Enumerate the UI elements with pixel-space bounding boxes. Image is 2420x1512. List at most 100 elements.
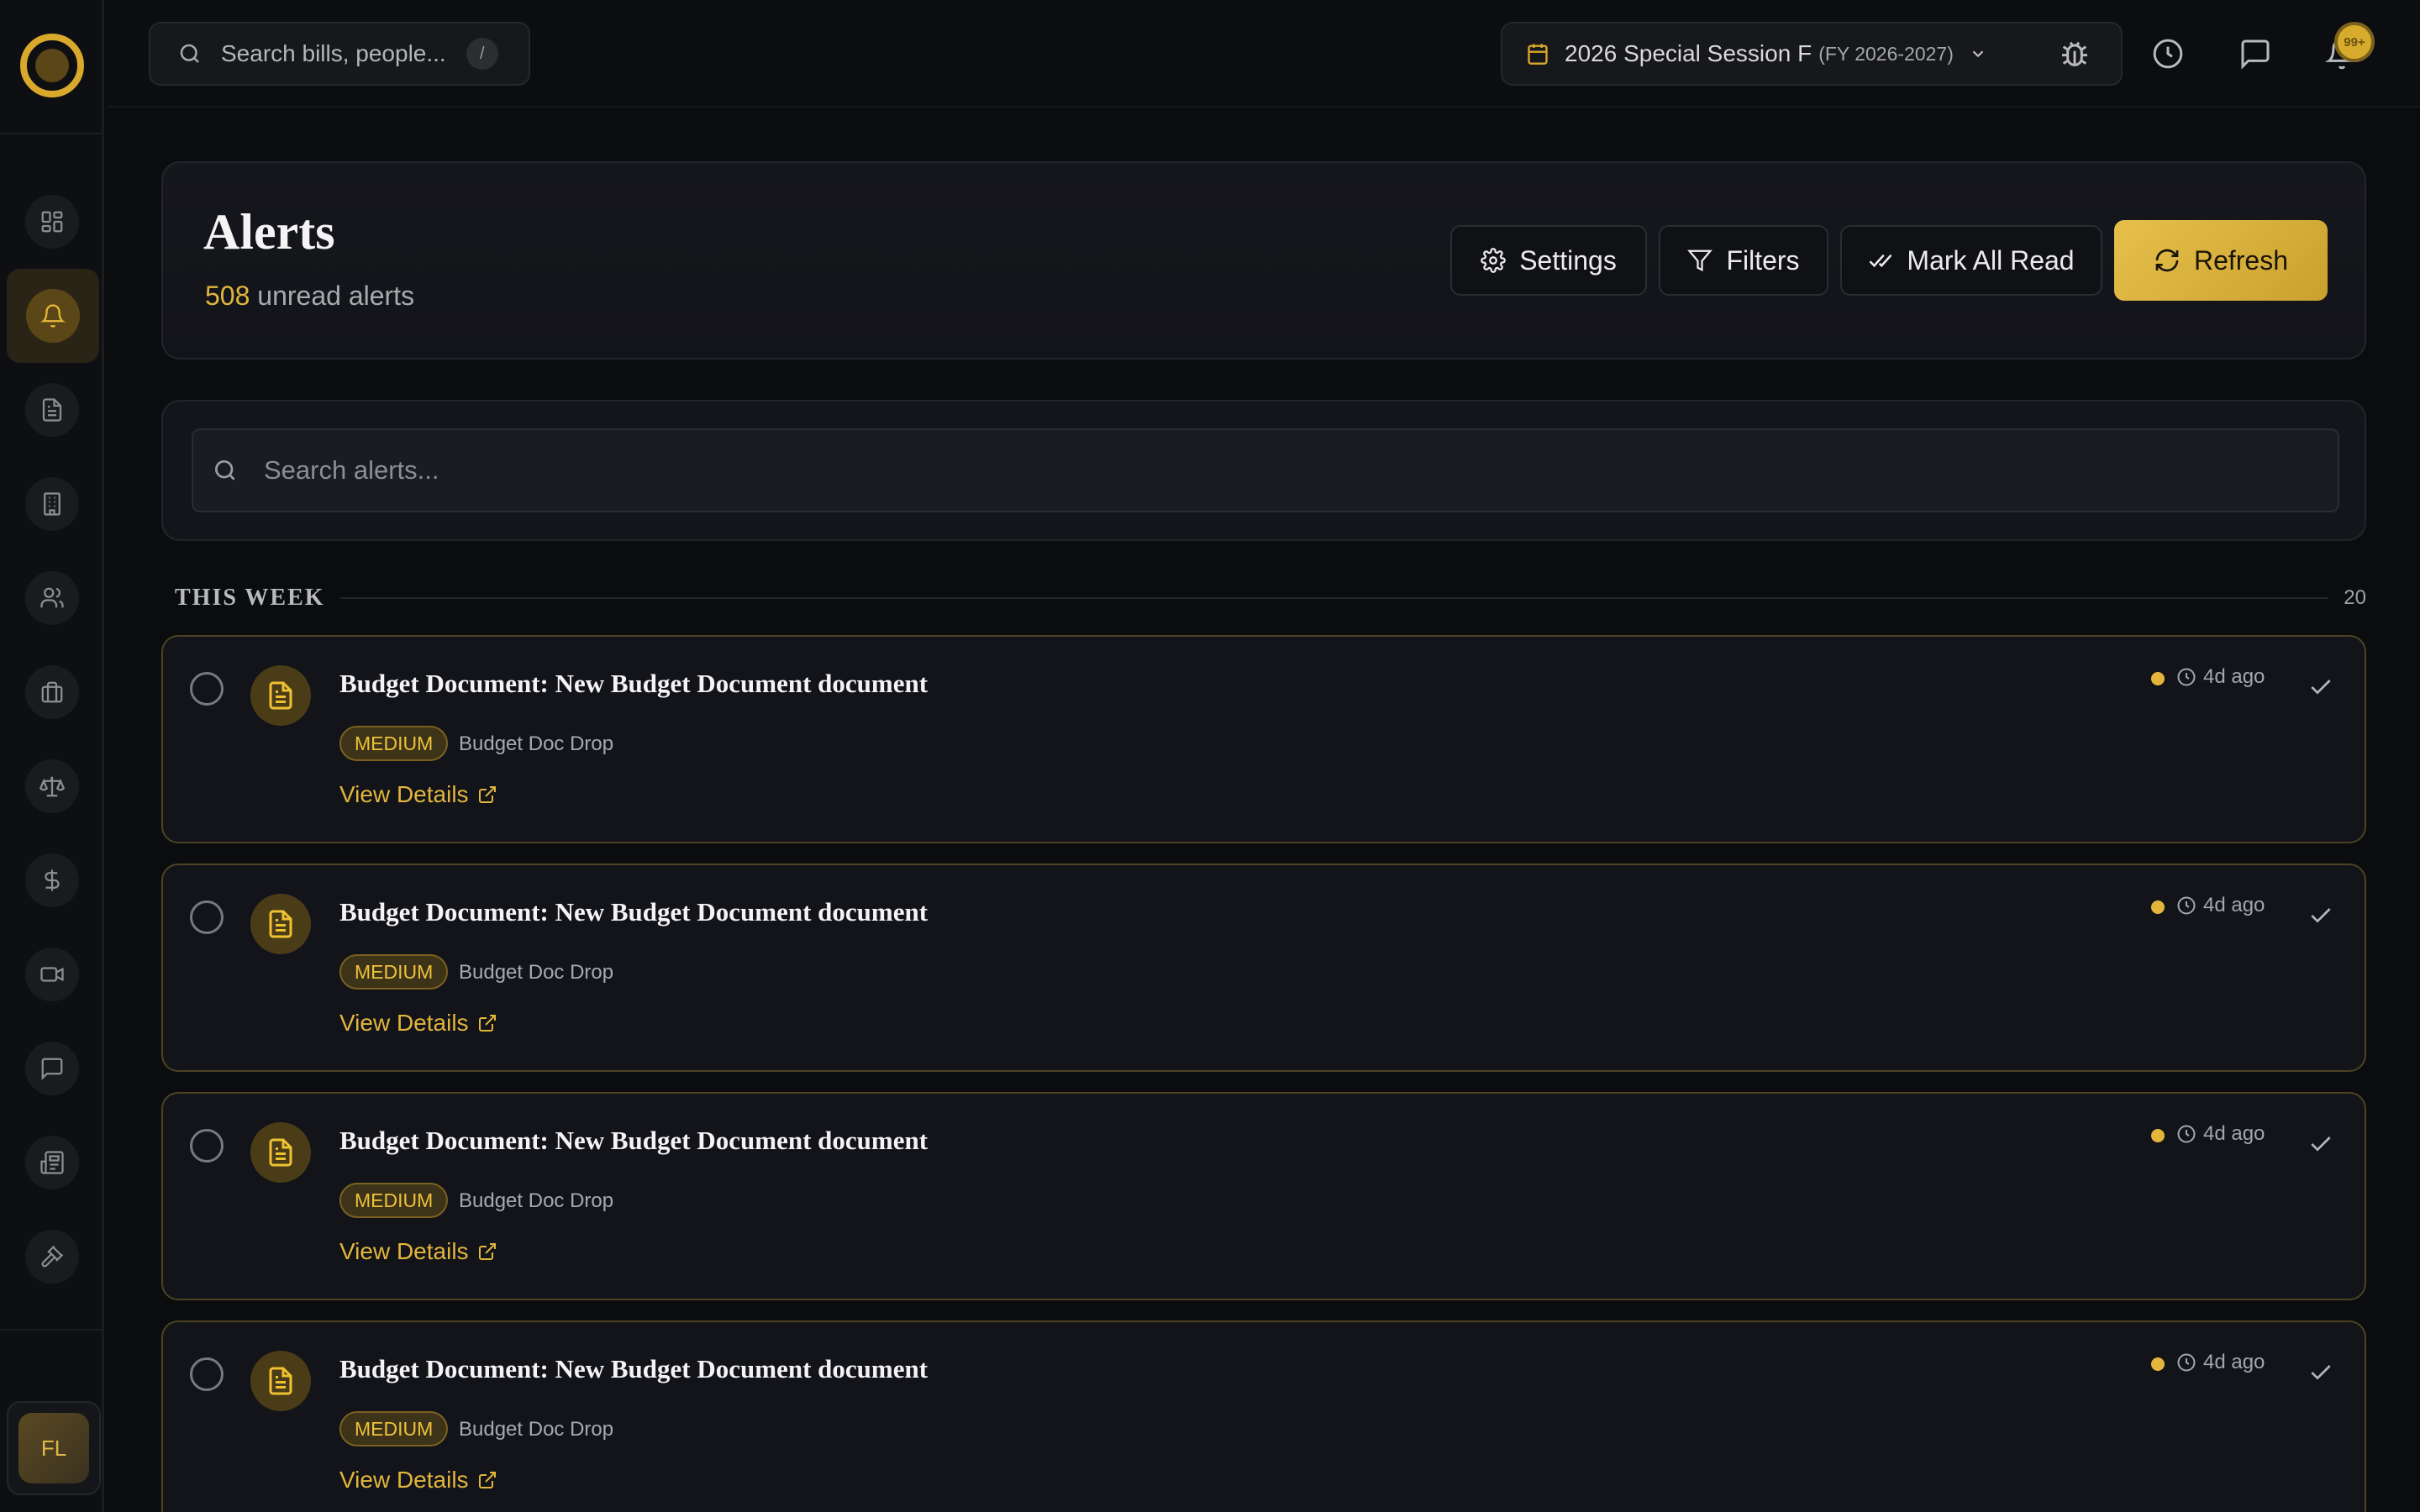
alert-time-label: 4d ago: [2203, 894, 2265, 916]
alert-item[interactable]: Budget Document: New Budget Document doc…: [161, 635, 2366, 843]
check-icon: [2311, 1365, 2331, 1380]
view-details-label: View Details: [339, 1238, 469, 1264]
sidebar-item-messages[interactable]: [25, 1042, 79, 1095]
dashboard-icon: [41, 211, 63, 233]
alert-select-radio[interactable]: [190, 672, 224, 706]
newspaper-icon: [40, 1151, 64, 1174]
settings-button[interactable]: Settings: [1450, 225, 1647, 296]
gear-icon: [1481, 248, 1507, 273]
filters-label: Filters: [1726, 244, 1800, 276]
clock-icon: [2153, 39, 2183, 69]
alert-title[interactable]: Budget Document: New Budget Document doc…: [339, 1126, 928, 1156]
settings-label: Settings: [1519, 244, 1617, 276]
alert-time-label: 4d ago: [2203, 1351, 2265, 1373]
sidebar-divider: [0, 133, 104, 134]
sidebar-item-alerts[interactable]: [7, 269, 99, 363]
sidebar-item-legal[interactable]: [25, 759, 79, 813]
video-icon: [40, 967, 64, 982]
alert-source: Budget Doc Drop: [459, 732, 614, 755]
session-label: 2026 Special Session F: [1565, 40, 1812, 66]
refresh-button[interactable]: Refresh: [2114, 220, 2328, 301]
clock-icon: [2177, 1125, 2196, 1143]
severity-badge: MEDIUM: [339, 1183, 449, 1218]
mark-all-read-label: Mark All Read: [1907, 244, 2075, 276]
clock-icon: [2177, 668, 2196, 686]
filter-icon: [1687, 249, 1713, 272]
briefcase-icon: [41, 681, 63, 703]
sidebar-item-committees[interactable]: [25, 477, 79, 531]
double-check-icon: [1870, 254, 1892, 268]
chevron-down-icon: [1969, 45, 1987, 63]
check-icon: [2311, 1137, 2331, 1152]
sidebar-item-lobbyists[interactable]: [25, 665, 79, 719]
bug-report-button[interactable]: [2053, 32, 2096, 76]
messages-button[interactable]: [2233, 32, 2277, 76]
view-details-label: View Details: [339, 1010, 469, 1036]
alert-select-radio[interactable]: [190, 900, 224, 934]
message-icon: [41, 1058, 63, 1080]
alert-title[interactable]: Budget Document: New Budget Document doc…: [339, 897, 928, 927]
document-icon: [250, 1122, 311, 1183]
sidebar-item-news[interactable]: [25, 1136, 79, 1189]
alert-title[interactable]: Budget Document: New Budget Document doc…: [339, 1354, 928, 1384]
unread-dot: [2151, 672, 2165, 685]
unread-dot: [2151, 1357, 2165, 1371]
external-link-icon: [478, 786, 496, 803]
alert-select-radio[interactable]: [190, 1357, 224, 1391]
unread-label: unread alerts: [257, 281, 415, 311]
unread-summary: 508 unread alerts: [205, 281, 414, 312]
calendar-icon: [1528, 44, 1548, 65]
alert-item[interactable]: Budget Document: New Budget Document doc…: [161, 1320, 2366, 1512]
sidebar-item-video[interactable]: [25, 948, 79, 1001]
sidebar: FL: [0, 0, 104, 1512]
alert-title[interactable]: Budget Document: New Budget Document doc…: [339, 669, 928, 699]
section-divider: [339, 597, 2329, 599]
check-icon: [2311, 680, 2331, 695]
external-link-icon: [478, 1015, 496, 1032]
mark-read-button[interactable]: [2302, 669, 2339, 706]
search-placeholder: Search bills, people...: [221, 40, 446, 66]
alert-item[interactable]: Budget Document: New Budget Document doc…: [161, 864, 2366, 1072]
refresh-label: Refresh: [2193, 244, 2289, 276]
sidebar-item-dashboard[interactable]: [25, 195, 79, 249]
gavel-icon: [41, 1245, 64, 1268]
sidebar-item-finance[interactable]: [25, 853, 79, 907]
alert-time: 4d ago: [2176, 1122, 2265, 1146]
view-details-link[interactable]: View Details: [339, 1238, 497, 1265]
session-fiscal-year: (FY 2026-2027): [1818, 42, 1954, 65]
view-details-link[interactable]: View Details: [339, 781, 497, 808]
view-details-link[interactable]: View Details: [339, 1467, 497, 1494]
mark-read-button[interactable]: [2302, 897, 2339, 934]
sidebar-divider: [0, 1329, 104, 1331]
building-icon: [44, 492, 60, 516]
alert-time: 4d ago: [2176, 1351, 2265, 1374]
external-link-icon: [478, 1243, 496, 1260]
alert-item[interactable]: Budget Document: New Budget Document doc…: [161, 1092, 2366, 1300]
mark-read-button[interactable]: [2302, 1126, 2339, 1163]
document-icon: [250, 894, 311, 954]
section-header-this-week: THIS WEEK 20: [175, 581, 2366, 615]
view-details-link[interactable]: View Details: [339, 1010, 497, 1037]
search-icon: [215, 460, 235, 480]
history-button[interactable]: [2146, 32, 2190, 76]
alert-time-label: 4d ago: [2203, 665, 2265, 688]
alert-time-label: 4d ago: [2203, 1122, 2265, 1145]
app-logo-icon[interactable]: [18, 32, 86, 99]
page-title: Alerts: [203, 204, 335, 260]
unread-dot: [2151, 900, 2165, 914]
document-icon: [250, 1351, 311, 1411]
sidebar-item-documents[interactable]: [25, 383, 79, 437]
alert-search-input[interactable]: Search alerts...: [192, 428, 2339, 512]
bell-icon: [40, 304, 66, 328]
sidebar-item-people[interactable]: [25, 571, 79, 625]
view-details-label: View Details: [339, 1467, 469, 1493]
session-selector[interactable]: 2026 Special Session F (FY 2026-2027): [1501, 22, 2123, 86]
alert-select-radio[interactable]: [190, 1129, 224, 1163]
user-menu[interactable]: FL: [7, 1401, 101, 1495]
mark-all-read-button[interactable]: Mark All Read: [1840, 225, 2102, 296]
filters-button[interactable]: Filters: [1659, 225, 1828, 296]
global-search-input[interactable]: Search bills, people... /: [149, 22, 530, 86]
sidebar-item-hearings[interactable]: [25, 1230, 79, 1284]
mark-read-button[interactable]: [2302, 1354, 2339, 1391]
check-icon: [2311, 908, 2331, 923]
